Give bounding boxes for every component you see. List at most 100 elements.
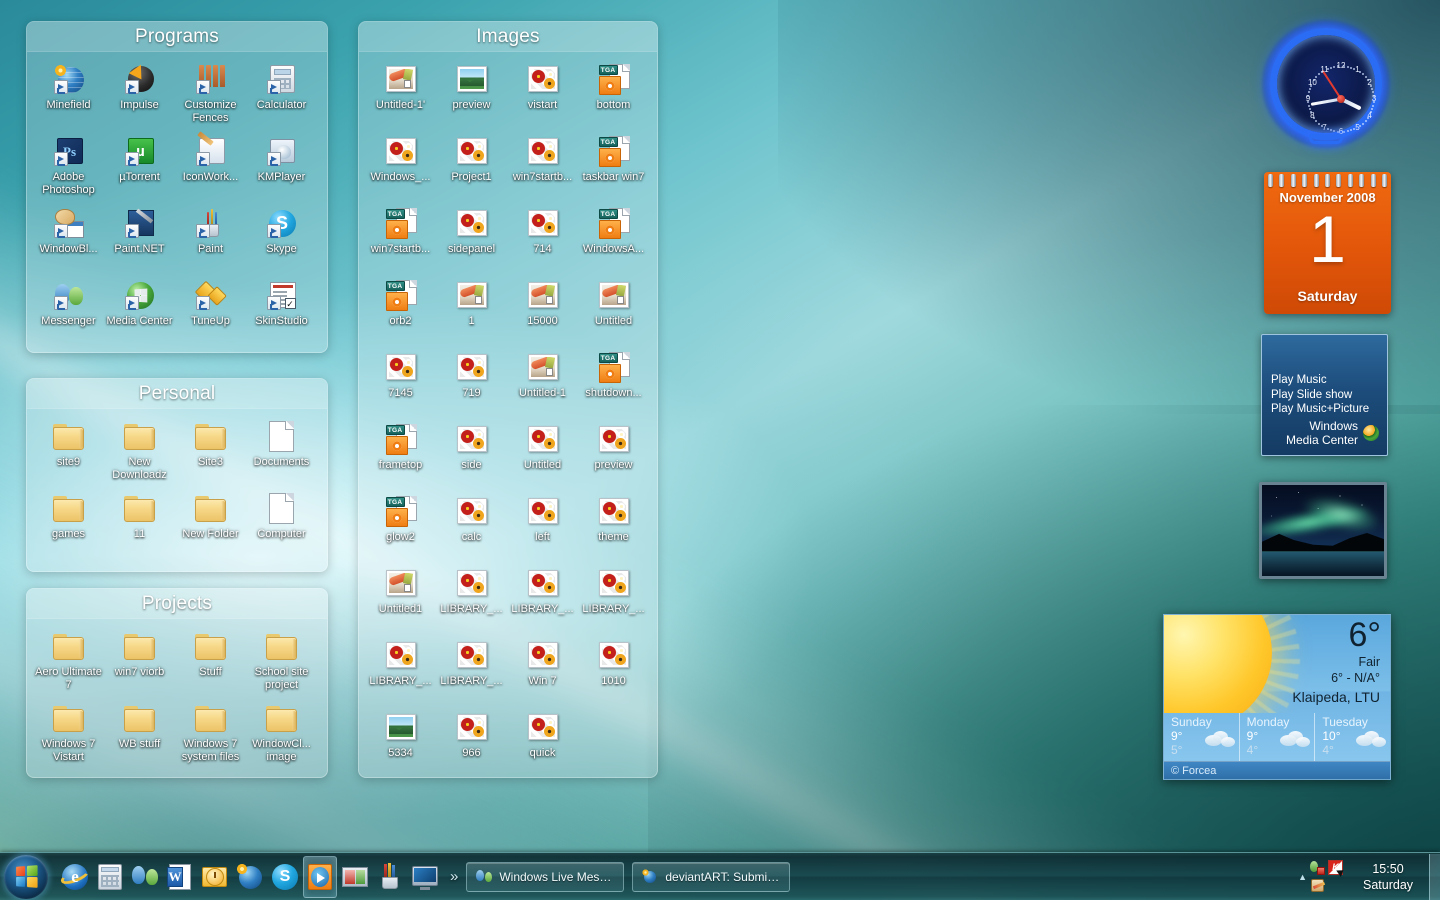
desktop-icon[interactable]: Site3 [175, 419, 246, 481]
desktop-icon[interactable]: Paint [175, 206, 246, 268]
desktop-icon[interactable]: 714 [507, 206, 578, 268]
kaspersky-tray-icon[interactable] [1328, 860, 1343, 875]
play-slideshow-link[interactable]: Play Slide show [1271, 388, 1369, 403]
taskbar-launcher-display[interactable] [408, 856, 442, 898]
desktop-icon[interactable]: Aero Ultimate 7 [33, 629, 104, 691]
taskbar-window-button[interactable]: deviantART: Submis... [632, 862, 790, 892]
paint-tray-icon[interactable] [1310, 878, 1325, 893]
desktop-icon[interactable]: Customize Fences [175, 62, 246, 124]
desktop-icon[interactable]: 15000 [507, 278, 578, 340]
play-music-link[interactable]: Play Music [1271, 373, 1369, 388]
desktop-icon[interactable]: WB stuff [104, 701, 175, 763]
desktop-icon[interactable]: Media Center [104, 278, 175, 340]
weather-gadget[interactable]: 6° Fair 6° - N/A° Klaipeda, LTU Sunday9°… [1163, 614, 1391, 780]
desktop-icon[interactable]: New Folder [175, 491, 246, 553]
desktop-icon[interactable]: quick [507, 710, 578, 772]
taskbar-launcher-word[interactable]: W [163, 856, 197, 898]
taskbar[interactable]: eWS » Windows Live Mess...deviantART: Su… [0, 852, 1440, 900]
desktop-icon[interactable]: SkinStudio [246, 278, 317, 340]
desktop-icon[interactable]: site9 [33, 419, 104, 481]
desktop-icon[interactable]: LIBRARY_... [436, 566, 507, 628]
desktop-icon[interactable]: Messenger [33, 278, 104, 340]
desktop-icon[interactable]: TGAshutdown... [578, 350, 649, 412]
taskbar-launcher-messenger[interactable] [128, 856, 162, 898]
fence-images[interactable]: Images Untitled-1'previewvistartTGAbotto… [358, 21, 658, 778]
fence-personal[interactable]: Personal site9New DownloadzSite3Document… [26, 378, 328, 572]
calendar-gadget[interactable]: November 2008 1 Saturday [1264, 172, 1391, 314]
desktop-icon[interactable]: sidepanel [436, 206, 507, 268]
desktop-icon[interactable]: Documents [246, 419, 317, 481]
desktop-icon[interactable]: 5334 [365, 710, 436, 772]
desktop-icon[interactable]: 1 [436, 278, 507, 340]
desktop-icon[interactable]: 719 [436, 350, 507, 412]
desktop-icon[interactable]: preview [578, 422, 649, 484]
desktop-icon[interactable]: School site project [246, 629, 317, 691]
desktop-icon[interactable]: Untitled-1 [507, 350, 578, 412]
desktop-icon[interactable]: Calculator [246, 62, 317, 124]
taskbar-clock[interactable]: 15:50 Saturday [1350, 861, 1426, 893]
taskbar-launcher-outlook[interactable] [198, 856, 232, 898]
desktop-icon[interactable]: Project1 [436, 134, 507, 196]
taskbar-launcher-calculator[interactable] [93, 856, 127, 898]
desktop-icon[interactable]: µTorrent [104, 134, 175, 196]
fence-projects-header[interactable]: Projects [27, 589, 327, 619]
desktop-icon[interactable]: Minefield [33, 62, 104, 124]
desktop-icon[interactable]: Computer [246, 491, 317, 553]
desktop-icon[interactable]: TGAWindowsA... [578, 206, 649, 268]
play-music-picture-link[interactable]: Play Music+Picture [1271, 402, 1369, 417]
fence-personal-header[interactable]: Personal [27, 379, 327, 409]
taskbar-launcher-minefield[interactable] [233, 856, 267, 898]
desktop-icon[interactable]: TGAtaskbar win7 [578, 134, 649, 196]
desktop-icon[interactable]: WindowBl... [33, 206, 104, 268]
desktop-icon[interactable]: Skype [246, 206, 317, 268]
clock-gadget[interactable]: 121234567891011 [1262, 20, 1390, 148]
desktop-icon[interactable]: Windows 7 Vistart [33, 701, 104, 763]
desktop-icon[interactable]: TGAglow2 [365, 494, 436, 556]
desktop-icon[interactable]: Impulse [104, 62, 175, 124]
desktop-icon[interactable]: TGAframetop [365, 422, 436, 484]
desktop-icon[interactable]: calc [436, 494, 507, 556]
desktop-icon[interactable]: TuneUp [175, 278, 246, 340]
desktop-icon[interactable]: LIBRARY_... [507, 566, 578, 628]
desktop-icon[interactable]: LIBRARY_... [578, 566, 649, 628]
fence-images-header[interactable]: Images [359, 22, 657, 52]
picture-slideshow-gadget[interactable] [1259, 482, 1387, 579]
fence-programs-header[interactable]: Programs [27, 22, 327, 52]
desktop-icon[interactable]: Untitled [507, 422, 578, 484]
desktop-icon[interactable]: PsAdobe Photoshop [33, 134, 104, 196]
desktop-icon[interactable]: TGAwin7startb... [365, 206, 436, 268]
desktop-icon[interactable]: IconWork... [175, 134, 246, 196]
desktop-icon[interactable]: TGAorb2 [365, 278, 436, 340]
start-button[interactable] [4, 855, 48, 899]
desktop-icon[interactable]: theme [578, 494, 649, 556]
desktop-icon[interactable]: 7145 [365, 350, 436, 412]
taskbar-launcher-paint[interactable] [373, 856, 407, 898]
desktop-icon[interactable]: Win 7 [507, 638, 578, 700]
desktop-icon[interactable]: Windows 7 system files [175, 701, 246, 763]
taskbar-launcher-internet-explorer[interactable]: e [58, 856, 92, 898]
fence-programs[interactable]: Programs MinefieldImpulseCustomize Fence… [26, 21, 328, 353]
desktop-icon[interactable]: left [507, 494, 578, 556]
media-center-gadget[interactable]: Play Music Play Slide show Play Music+Pi… [1261, 334, 1388, 456]
desktop-icon[interactable]: games [33, 491, 104, 553]
desktop-icon[interactable]: Windows_... [365, 134, 436, 196]
desktop-icon[interactable]: preview [436, 62, 507, 124]
messenger-tray-icon[interactable] [1310, 860, 1325, 875]
desktop-icon[interactable]: LIBRARY_... [365, 638, 436, 700]
desktop-icon[interactable]: LIBRARY_... [436, 638, 507, 700]
desktop-icon[interactable]: 966 [436, 710, 507, 772]
desktop-icon[interactable]: 1010 [578, 638, 649, 700]
taskbar-launcher-skype[interactable]: S [268, 856, 302, 898]
fence-projects[interactable]: Projects Aero Ultimate 7win7 viorbStuffS… [26, 588, 328, 778]
taskbar-launcher-powerpoint[interactable] [338, 856, 372, 898]
show-desktop-button[interactable] [1429, 854, 1440, 900]
desktop-icon[interactable]: Paint.NET [104, 206, 175, 268]
desktop-icon[interactable]: WindowCl... image [246, 701, 317, 763]
desktop-icon[interactable]: New Downloadz [104, 419, 175, 481]
taskbar-launcher-media-player[interactable] [303, 856, 337, 898]
desktop-icon[interactable]: win7 viorb [104, 629, 175, 691]
desktop-icon[interactable]: Untitled-1' [365, 62, 436, 124]
desktop-icon[interactable]: side [436, 422, 507, 484]
tray-expand-chevron-icon[interactable]: ▲ [1298, 872, 1307, 882]
taskbar-window-button[interactable]: Windows Live Mess... [466, 862, 624, 892]
